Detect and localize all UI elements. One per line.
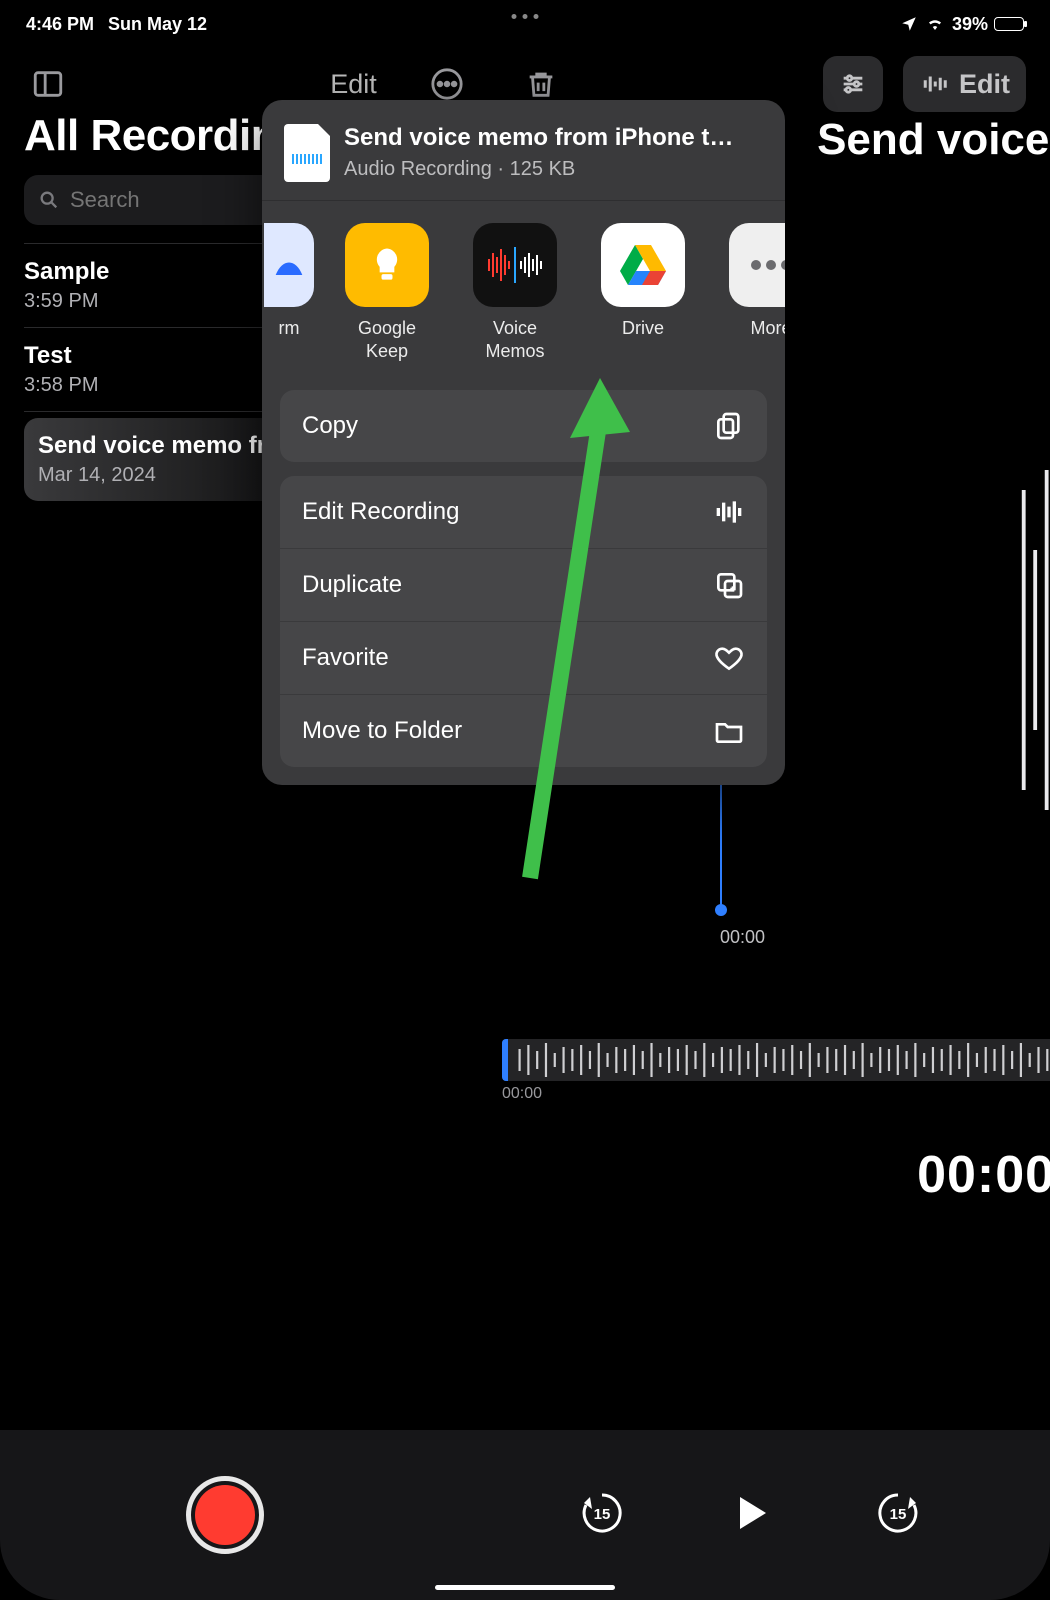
share-popover: Send voice memo from iPhone t… Audio Rec… [262, 100, 785, 785]
share-target-more[interactable]: More [712, 223, 785, 364]
action-label: Edit Recording [302, 498, 459, 526]
share-target-voice-memos[interactable]: Voice Memos [456, 223, 574, 364]
share-title: Send voice memo from iPhone t… [344, 124, 733, 152]
document-icon [284, 124, 330, 182]
share-subtitle: Audio Recording · 125 KB [344, 158, 733, 181]
action-label: Copy [302, 412, 358, 440]
action-label: Duplicate [302, 571, 402, 599]
heart-icon [713, 642, 745, 674]
action-edit-recording[interactable]: Edit Recording [280, 476, 767, 548]
share-target-google-keep[interactable]: Google Keep [328, 223, 446, 364]
action-favorite[interactable]: Favorite [280, 622, 767, 694]
share-target-partial[interactable]: rm [262, 223, 318, 364]
action-label: Favorite [302, 644, 389, 672]
copy-icon [713, 410, 745, 442]
action-move-folder[interactable]: Move to Folder [280, 695, 767, 767]
waveform-icon [713, 496, 745, 528]
duplicate-icon [713, 569, 745, 601]
action-duplicate[interactable]: Duplicate [280, 549, 767, 621]
share-target-drive[interactable]: Drive [584, 223, 702, 364]
share-targets-row[interactable]: rm Google Keep Voice Memos Drive More [262, 201, 785, 386]
action-copy-group: Copy [280, 390, 767, 462]
action-label: Move to Folder [302, 717, 462, 745]
folder-icon [713, 715, 745, 747]
action-copy[interactable]: Copy [280, 390, 767, 462]
action-list-group: Edit Recording Duplicate Favorite Move t… [280, 476, 767, 767]
share-header: Send voice memo from iPhone t… Audio Rec… [262, 100, 785, 200]
